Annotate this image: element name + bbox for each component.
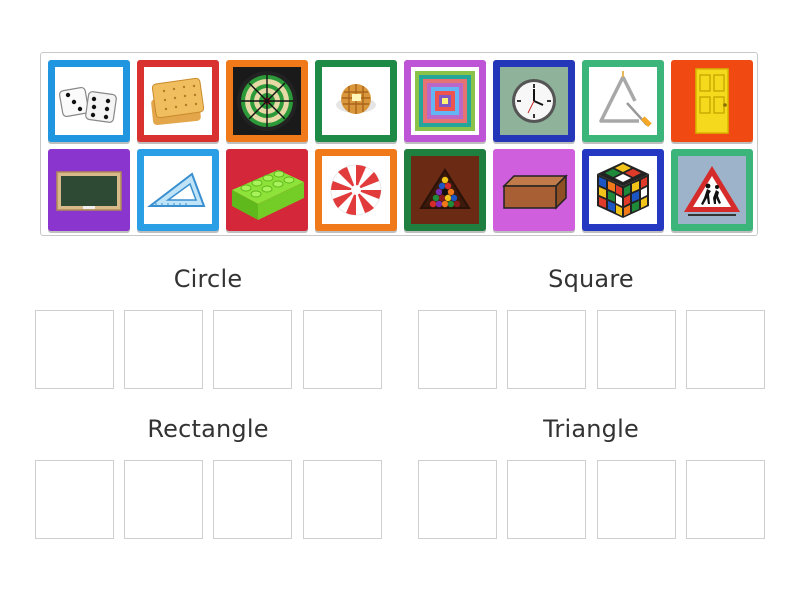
crackers-tile[interactable] [137, 60, 219, 142]
group-title-circle: Circle [173, 265, 243, 293]
warning-sign-icon [678, 156, 746, 224]
dice-icon [55, 67, 123, 135]
drop-slot-triangle-4[interactable] [686, 460, 765, 539]
drop-slot-circle-2[interactable] [124, 310, 203, 389]
drop-slot-circle-3[interactable] [213, 310, 292, 389]
musical-triangle-icon [589, 67, 657, 135]
drop-slot-circle-4[interactable] [303, 310, 382, 389]
drop-slot-square-3[interactable] [597, 310, 676, 389]
dartboard-tile[interactable] [226, 60, 308, 142]
group-title-square: Square [548, 265, 634, 293]
dartboard-icon [233, 67, 301, 135]
billiard-rack-tile[interactable] [404, 149, 486, 231]
door-icon [678, 67, 746, 135]
warning-sign-tile[interactable] [671, 149, 753, 231]
waffle-tile[interactable] [315, 60, 397, 142]
drop-slot-triangle-2[interactable] [507, 460, 586, 539]
drop-slot-square-4[interactable] [686, 310, 765, 389]
dice-tile[interactable] [48, 60, 130, 142]
clock-icon [500, 67, 568, 135]
group-title-rectangle: Rectangle [147, 415, 269, 443]
set-square-icon [144, 156, 212, 224]
drop-slot-rectangle-3[interactable] [213, 460, 292, 539]
brick-icon [500, 156, 568, 224]
rubiks-cube-icon [589, 156, 657, 224]
billiard-rack-icon [411, 156, 479, 224]
clock-tile[interactable] [493, 60, 575, 142]
drop-slot-triangle-1[interactable] [418, 460, 497, 539]
door-tile[interactable] [671, 60, 753, 142]
musical-triangle-tile[interactable] [582, 60, 664, 142]
drop-slot-triangle-3[interactable] [597, 460, 676, 539]
drop-slot-circle-1[interactable] [35, 310, 114, 389]
chalkboard-icon [55, 156, 123, 224]
concentric-squares-icon [411, 67, 479, 135]
peppermint-candy-icon [322, 156, 390, 224]
drop-slot-square-2[interactable] [507, 310, 586, 389]
lego-brick-icon [226, 156, 308, 224]
drop-slot-rectangle-2[interactable] [124, 460, 203, 539]
lego-brick-tile[interactable] [226, 149, 308, 231]
drop-slot-rectangle-4[interactable] [303, 460, 382, 539]
card-tray [40, 52, 758, 236]
drop-slot-rectangle-1[interactable] [35, 460, 114, 539]
waffle-icon [322, 67, 390, 135]
concentric-squares-tile[interactable] [404, 60, 486, 142]
peppermint-candy-tile[interactable] [315, 149, 397, 231]
crackers-icon [144, 67, 212, 135]
group-title-triangle: Triangle [543, 415, 639, 443]
chalkboard-tile[interactable] [48, 149, 130, 231]
brick-tile[interactable] [493, 149, 575, 231]
drop-slot-square-1[interactable] [418, 310, 497, 389]
rubiks-cube-tile[interactable] [582, 149, 664, 231]
set-square-tile[interactable] [137, 149, 219, 231]
